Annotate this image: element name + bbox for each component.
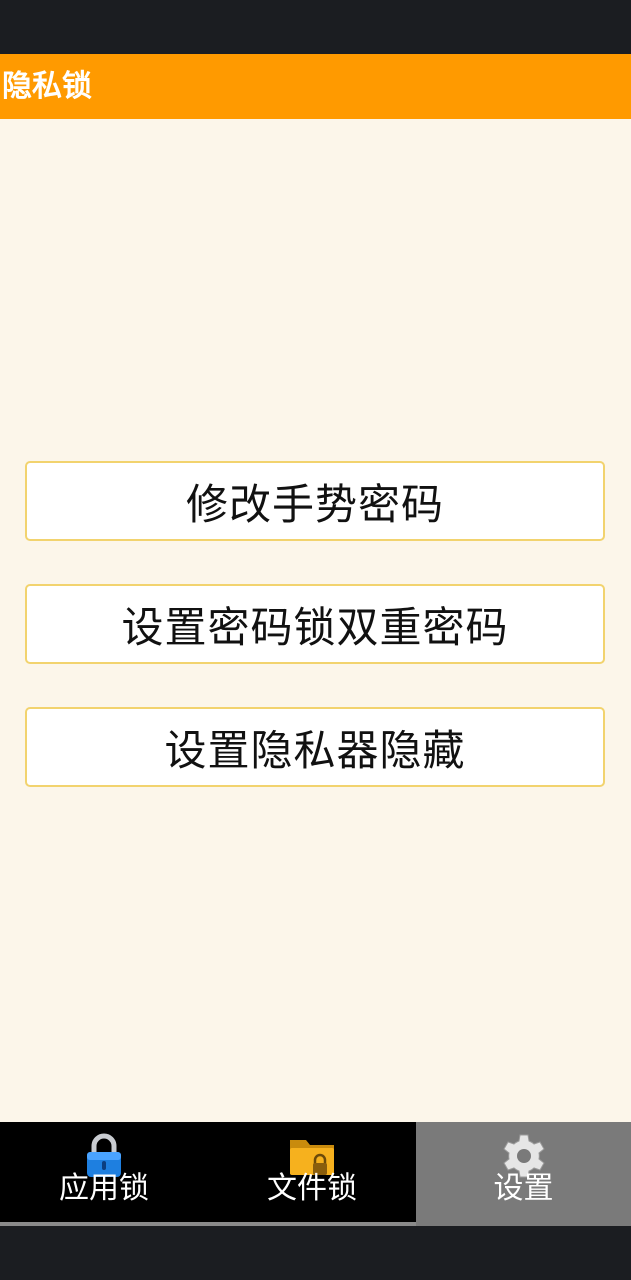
set-double-password-button[interactable]: 设置密码锁双重密码 [25, 584, 605, 664]
tab-file-lock[interactable]: 文件锁 [208, 1122, 416, 1226]
app-bar: 隐私锁 [0, 54, 631, 119]
tab-settings-label: 设置 [493, 1171, 554, 1206]
bottom-nav: 应用锁 文件锁 设置 [0, 1122, 631, 1226]
change-gesture-password-button[interactable]: 修改手势密码 [25, 461, 605, 541]
system-navigation-bar [0, 1226, 631, 1280]
settings-content: 修改手势密码 设置密码锁双重密码 设置隐私器隐藏 [0, 119, 631, 1122]
app-title: 隐私锁 [2, 69, 92, 104]
tab-settings[interactable]: 设置 [416, 1122, 631, 1226]
tab-file-lock-label: 文件锁 [267, 1171, 357, 1206]
tab-app-lock[interactable]: 应用锁 [0, 1122, 208, 1226]
tab-app-lock-label: 应用锁 [59, 1171, 149, 1206]
status-bar [0, 0, 631, 54]
set-hide-app-button[interactable]: 设置隐私器隐藏 [25, 707, 605, 787]
